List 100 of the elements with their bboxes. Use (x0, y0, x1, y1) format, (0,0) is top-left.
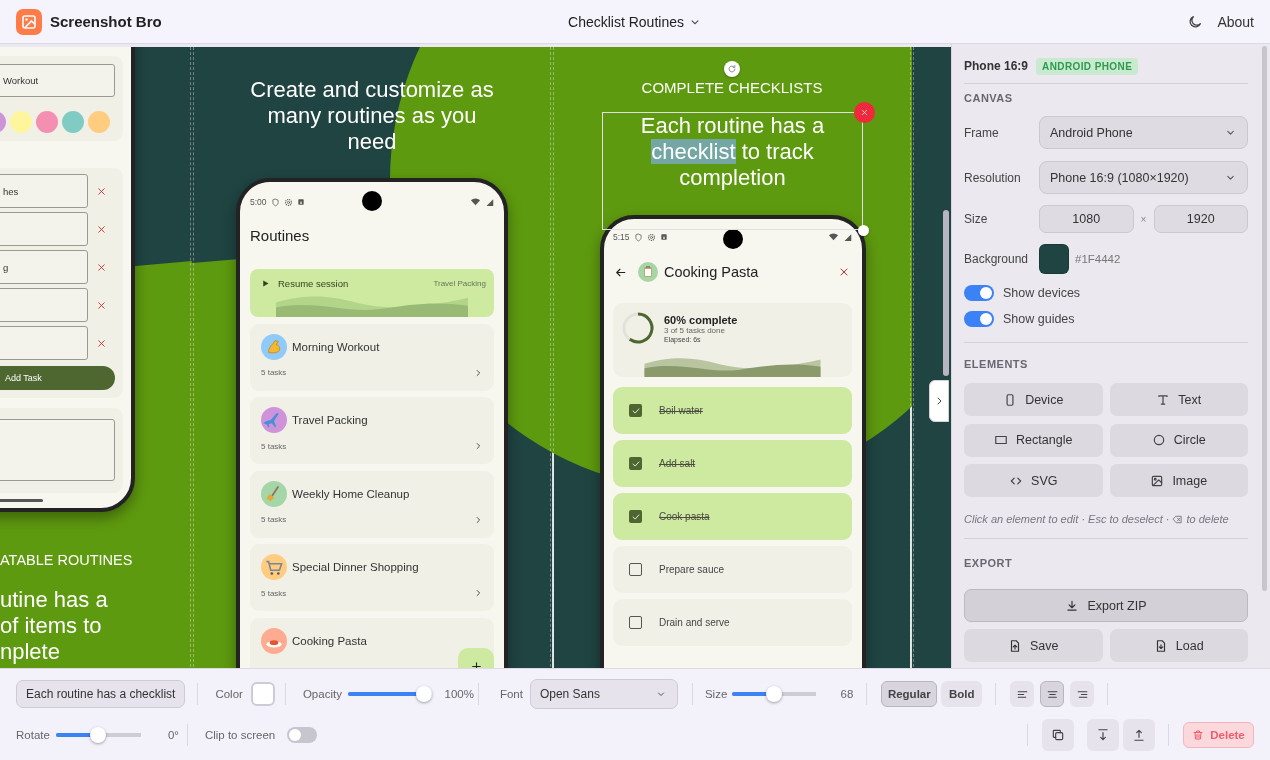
save-button[interactable]: Save (964, 629, 1103, 662)
check-icon (630, 511, 641, 522)
chevron-right-icon (473, 367, 483, 378)
send-backward-button[interactable] (1087, 719, 1119, 751)
toolbar-label: Clip to screen (204, 729, 276, 741)
add-task-button[interactable]: Add Task (0, 366, 115, 390)
task-item[interactable]: Cook pasta (613, 493, 852, 540)
bring-forward-icon (1132, 728, 1146, 742)
toolbar-label: Font (499, 688, 523, 700)
routine-card[interactable]: Travel Packing 5 tasks (250, 397, 494, 464)
task-count: 5 tasks (261, 515, 287, 524)
backspace-icon (1172, 513, 1184, 525)
chevron-right-icon (473, 514, 483, 525)
routine-card[interactable]: Cooking Pasta (250, 617, 494, 668)
close-icon[interactable] (838, 266, 850, 278)
remove-icon[interactable] (96, 185, 107, 197)
export-button[interactable]: Export ZIP (964, 589, 1248, 622)
color-swatch[interactable] (10, 111, 32, 133)
number-field[interactable]: 1080 (1039, 205, 1134, 233)
section-heading: CANVAS (964, 92, 1014, 104)
weight-button[interactable]: Bold (941, 681, 983, 707)
task-item[interactable]: Add salt (613, 440, 852, 487)
gear-icon (283, 197, 293, 207)
number-field[interactable]: 1920 (1153, 205, 1248, 233)
remove-icon[interactable] (96, 337, 107, 349)
toggle-switch[interactable] (964, 311, 994, 327)
select-field[interactable]: Android Phone (1039, 116, 1248, 149)
field-label: Background (964, 252, 1030, 266)
check-icon (630, 405, 641, 416)
color-swatch[interactable] (88, 111, 110, 133)
trash-icon (1192, 729, 1205, 741)
wifi-icon (470, 197, 481, 207)
scrollbar[interactable] (1262, 46, 1267, 591)
add-element-button[interactable]: Circle (1109, 423, 1248, 457)
collapse-button[interactable] (929, 380, 949, 422)
remove-icon[interactable] (96, 261, 107, 273)
routine-card[interactable]: Morning Workout 5 tasks (250, 323, 494, 391)
moon-icon[interactable] (1187, 13, 1204, 30)
checkbox[interactable] (629, 510, 642, 523)
bring-forward-button[interactable] (1123, 719, 1155, 751)
remove-icon[interactable] (96, 299, 107, 311)
status-time: 5:15 (613, 232, 630, 242)
checkbox[interactable] (629, 404, 642, 417)
add-element-button[interactable]: SVG (964, 464, 1103, 497)
task-item[interactable]: Drain and serve (613, 599, 852, 646)
name-field[interactable]: Workout (0, 64, 115, 97)
slider-thumb[interactable] (415, 686, 432, 702)
play-icon (261, 279, 270, 288)
status-time: 5:00 (250, 197, 267, 207)
task-field[interactable]: hes (0, 174, 88, 208)
resume-routine: Travel Packing (433, 279, 486, 288)
toggle-switch[interactable] (287, 727, 318, 743)
square-icon (659, 233, 668, 241)
slider-thumb[interactable] (766, 686, 783, 702)
add-element-button[interactable]: Rectangle (964, 423, 1103, 457)
checkbox[interactable] (629, 616, 642, 629)
task-item[interactable]: Prepare sauce (613, 546, 852, 593)
routine-card[interactable]: Weekly Home Cleanup 5 tasks (250, 470, 494, 538)
field-label: Resolution (964, 170, 1022, 185)
color-swatch[interactable] (36, 111, 58, 133)
progress-title: 60% complete (664, 314, 738, 326)
screen-title: Routines (250, 226, 311, 246)
remove-icon[interactable] (96, 223, 107, 235)
slider-thumb[interactable] (90, 727, 107, 743)
field-label: Frame (964, 125, 1000, 140)
weight-button[interactable]: Regular (881, 681, 938, 707)
routine-card[interactable]: Special Dinner Shopping 5 tasks (250, 544, 494, 611)
routine-name: Morning Workout (292, 340, 380, 353)
select-field[interactable]: Phone 16:9 (1080×1920) (1039, 161, 1248, 194)
add-element-button[interactable]: Device (964, 383, 1103, 416)
add-element-button[interactable]: Text (1109, 383, 1248, 416)
align-button[interactable] (1010, 681, 1035, 707)
slide-caption: Create and customize as many routines as you need (249, 77, 495, 155)
hint-text: Click an element to edit · Esc to deselect · (964, 513, 1170, 525)
resume-card[interactable]: Resume session Travel Packing (250, 269, 494, 317)
rotate-icon (727, 64, 737, 74)
toggle-switch[interactable] (964, 285, 994, 301)
project-menu[interactable]: Checklist Routines (564, 11, 706, 32)
camera-hole (723, 229, 743, 249)
routine-name: Travel Packing (292, 414, 368, 426)
resize-handle[interactable] (858, 225, 869, 236)
align-button[interactable] (1070, 681, 1095, 707)
align-button[interactable] (1040, 681, 1065, 707)
duplicate-button[interactable] (1042, 719, 1074, 751)
load-button[interactable]: Load (1109, 629, 1248, 662)
color-swatch[interactable] (250, 682, 275, 706)
slide-caption: Each routine has a checklist to track completion (639, 113, 826, 191)
color-swatch[interactable] (62, 111, 84, 133)
font-select[interactable]: Open Sans (529, 679, 678, 709)
checkbox[interactable] (629, 563, 642, 576)
add-element-button[interactable]: Image (1109, 464, 1248, 497)
image-icon (1150, 473, 1165, 488)
logo-icon (16, 8, 42, 35)
check-icon (630, 458, 641, 469)
about-link[interactable]: About (1217, 13, 1254, 30)
task-item[interactable]: Boil water (613, 387, 852, 434)
scrollbar[interactable] (943, 210, 949, 376)
slide-headline: COMPLETE CHECKLISTS (641, 79, 823, 96)
task-field[interactable]: g (0, 250, 88, 284)
checkbox[interactable] (629, 457, 642, 470)
